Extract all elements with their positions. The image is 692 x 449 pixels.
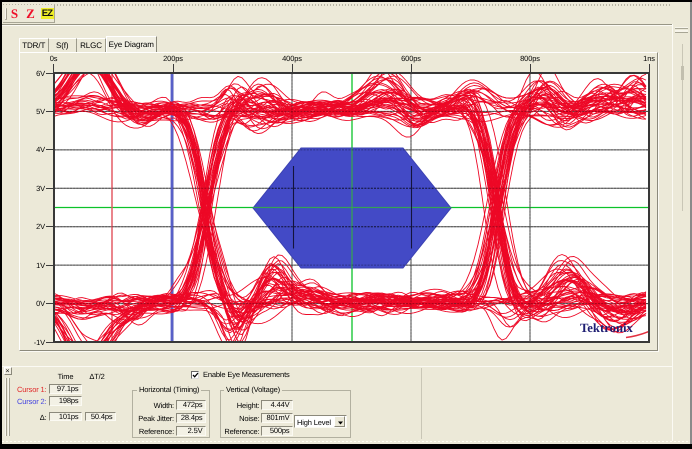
svg-text:Tektronix: Tektronix — [580, 321, 634, 335]
